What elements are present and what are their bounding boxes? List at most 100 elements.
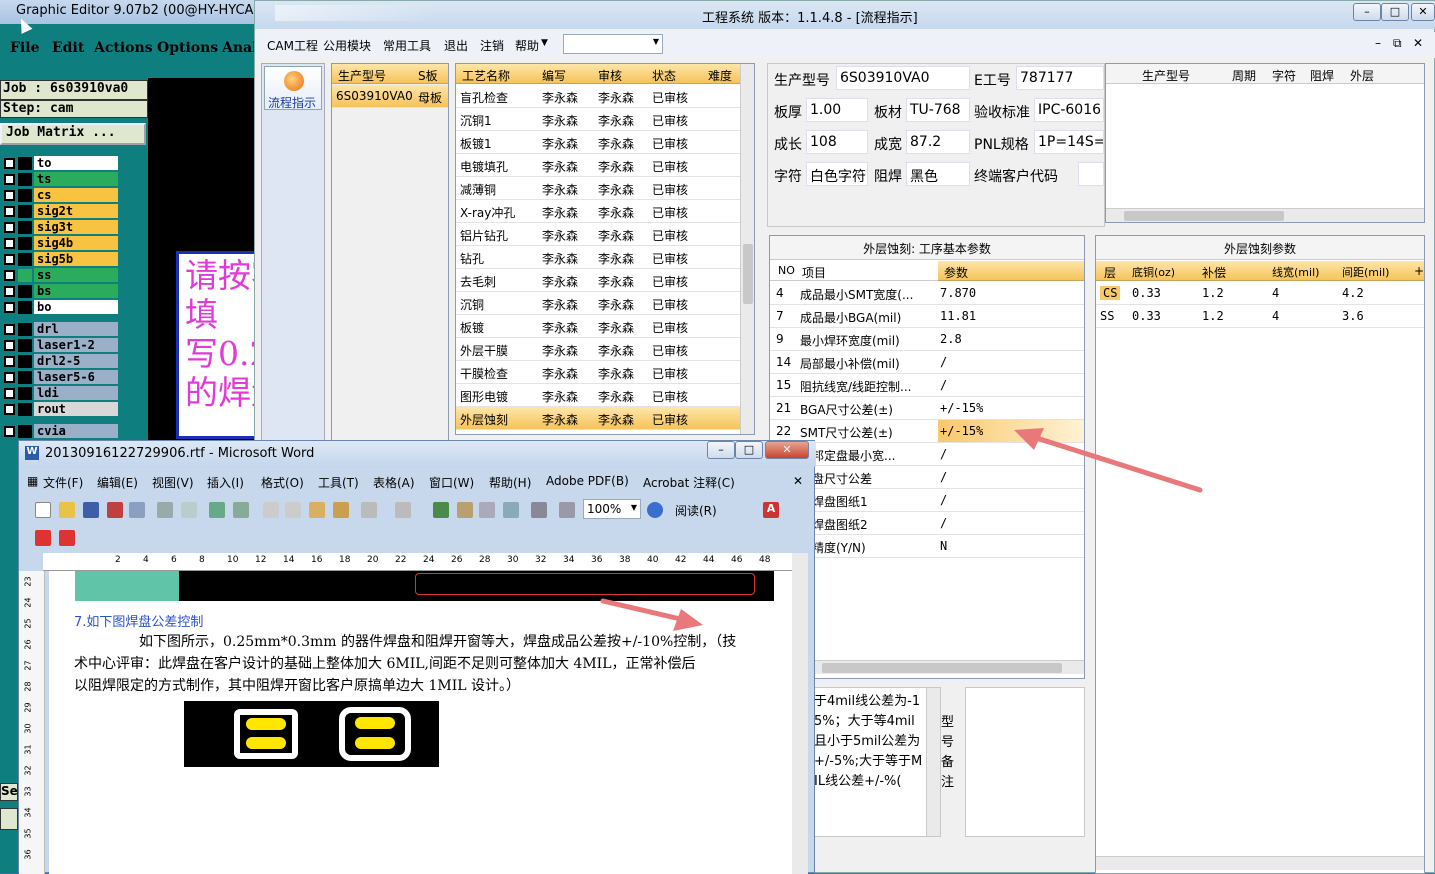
etch-row[interactable]: SS 0.33 1.2 4 3.6 [1096, 305, 1424, 328]
memo-textbox[interactable]: 于4mil线公差为-15%；大于等4mil且小于5mil公差为+/-5%;大于等… [809, 687, 941, 837]
word-menu-acrobat[interactable]: Acrobat 注释(C) [643, 474, 735, 491]
layer-row-laser1-2[interactable]: laser1-2 [0, 338, 122, 353]
menu-exit[interactable]: 退出 [444, 37, 468, 54]
word-menu-help[interactable]: 帮助(H) [489, 474, 531, 491]
undo-icon[interactable] [361, 502, 377, 518]
word-vscroll[interactable] [792, 553, 808, 874]
ge-menu-options[interactable]: Options [157, 40, 218, 56]
format-painter-icon[interactable] [333, 502, 349, 518]
param-row[interactable]: 15 阻抗线宽/线距控制... / [770, 374, 1084, 397]
param-row[interactable]: 4 成品最小SMT宽度(... 7.870 [770, 282, 1084, 305]
insert-table-icon[interactable] [479, 502, 495, 518]
menu-help[interactable]: 帮助 [515, 37, 539, 54]
layer-checkbox[interactable] [4, 158, 15, 169]
word-minimize-button[interactable]: – [707, 441, 735, 459]
layer-checkbox[interactable] [4, 254, 15, 265]
process-row[interactable]: 板镀 李永森 李永森 已审核 [456, 315, 740, 338]
word-menu-insert[interactable]: 插入(I) [207, 474, 244, 491]
menu-tools[interactable]: 常用工具 [383, 37, 431, 54]
document-map-icon[interactable] [559, 502, 575, 518]
module-select[interactable]: ▼ [563, 34, 663, 54]
help-icon[interactable] [647, 502, 663, 518]
permission-icon[interactable] [107, 502, 123, 518]
process-row[interactable]: 盲孔检查 李永森 李永森 已审核 [456, 85, 740, 108]
layer-row-cvia[interactable]: cvia [0, 424, 122, 439]
minimize-button[interactable]: – [1353, 3, 1381, 21]
process-row[interactable]: 图形电镀 李永森 李永森 已审核 [456, 384, 740, 407]
layer-row-bo[interactable]: bo [0, 300, 122, 315]
scroll-thumb[interactable] [743, 244, 753, 304]
param-row[interactable]: 定焊盘图纸2 / [770, 512, 1084, 535]
new-doc-icon[interactable] [35, 502, 51, 518]
vertical-ruler[interactable]: 23 24 25 26 27 28 29 30 31 32 33 34 35 36 [19, 571, 45, 874]
save-icon[interactable] [83, 502, 99, 518]
layer-row-rout[interactable]: rout [0, 402, 122, 417]
read-button[interactable]: 阅读(R) [675, 502, 717, 519]
ge-menu-file[interactable]: File [10, 40, 39, 56]
width-field[interactable]: 87.2 [906, 130, 970, 154]
layer-checkbox[interactable] [4, 356, 15, 367]
params-hscroll[interactable] [770, 660, 1084, 674]
layer-row-drl[interactable]: drl [0, 322, 122, 337]
pnl-field[interactable]: 1P=14S=2 [1034, 130, 1104, 154]
layer-checkbox[interactable] [4, 174, 15, 185]
layer-checkbox[interactable] [4, 286, 15, 297]
horizontal-ruler[interactable]: 2 4 6 8 10 12 14 16 18 20 22 24 26 28 30 32 34 36 38 40 42 44… [43, 553, 806, 571]
word-menu-tools[interactable]: 工具(T) [318, 474, 359, 491]
tables-borders-icon[interactable] [457, 502, 473, 518]
layer-row-bs[interactable]: bs [0, 284, 122, 299]
menu-cam[interactable]: CAM工程 [267, 37, 318, 54]
layer-row-cs[interactable]: cs [0, 188, 122, 203]
layer-checkbox[interactable] [4, 302, 15, 313]
layer-checkbox[interactable] [4, 206, 15, 217]
layer-checkbox[interactable] [4, 222, 15, 233]
scroll-thumb[interactable] [822, 663, 1062, 673]
ge-bottom-button[interactable] [0, 808, 18, 830]
layer-row-sig5b[interactable]: sig5b [0, 252, 122, 267]
word-menu-table[interactable]: 表格(A) [373, 474, 415, 491]
param-row[interactable]: 9 最小焊环宽度(mil) 2.8 [770, 328, 1084, 351]
layer-checkbox[interactable] [4, 238, 15, 249]
etch-row[interactable]: CS 0.33 1.2 4 4.2 [1096, 282, 1424, 305]
layer-checkbox[interactable] [4, 426, 15, 437]
layer-row-ts[interactable]: ts [0, 172, 122, 187]
std-field[interactable]: IPC-6016 [1034, 98, 1104, 122]
layer-row-laser5-6[interactable]: laser5-6 [0, 370, 122, 385]
process-row[interactable]: 铝片钻孔 李永森 李永森 已审核 [456, 223, 740, 246]
word-doc-close-icon[interactable]: ✕ [793, 474, 803, 488]
process-row[interactable]: 沉铜1 李永森 李永森 已审核 [456, 108, 740, 131]
redo-icon[interactable] [395, 502, 411, 518]
char-field[interactable]: 白色字符 [806, 162, 868, 186]
end-customer-field[interactable] [1078, 162, 1104, 186]
mask-field[interactable]: 黑色 [906, 162, 970, 186]
layer-checkbox[interactable] [4, 388, 15, 399]
process-row[interactable]: 钻孔 李永森 李永森 已审核 [456, 246, 740, 269]
columns-icon[interactable] [531, 502, 547, 518]
insert-excel-icon[interactable] [503, 502, 519, 518]
mdi-restore-icon[interactable]: ⧉ [1393, 36, 1402, 51]
process-row[interactable]: X-ray冲孔 李永森 李永森 已审核 [456, 200, 740, 223]
param-row[interactable]: 21 BGA尺寸公差(±) +/-15% [770, 397, 1084, 420]
material-field[interactable]: TU-768 [906, 98, 970, 122]
layer-checkbox[interactable] [4, 190, 15, 201]
process-button[interactable]: 流程指示 [264, 66, 322, 110]
word-menu-edit[interactable]: 编辑(E) [97, 474, 138, 491]
memo-scrollbar[interactable] [926, 688, 940, 836]
e-no-field[interactable]: 787177 [1016, 66, 1104, 90]
ge-menu-analysis[interactable]: Anal [222, 40, 257, 56]
right-grid-hscroll[interactable] [1106, 208, 1424, 222]
word-menu-adobe-pdf[interactable]: Adobe PDF(B) [546, 474, 629, 488]
param-row[interactable]: 7 成品最小BGA(mil) 11.81 [770, 305, 1084, 328]
process-scrollbar[interactable] [740, 64, 754, 434]
layer-checkbox[interactable] [4, 324, 15, 335]
zoom-select[interactable]: 100% ▼ [583, 499, 641, 519]
layer-row-ldi[interactable]: ldi [0, 386, 122, 401]
process-row[interactable]: 外层干膜 李永森 李永森 已审核 [456, 338, 740, 361]
word-menu-window[interactable]: 窗口(W) [429, 474, 474, 491]
add-column-icon[interactable]: + [1414, 264, 1424, 278]
word-menu-view[interactable]: 视图(V) [152, 474, 194, 491]
word-menu-file[interactable]: 文件(F) [43, 474, 83, 491]
word-menu-format[interactable]: 格式(O) [261, 474, 304, 491]
hyperlink-icon[interactable] [433, 502, 449, 518]
process-row[interactable]: 减薄铜 李永森 李永森 已审核 [456, 177, 740, 200]
